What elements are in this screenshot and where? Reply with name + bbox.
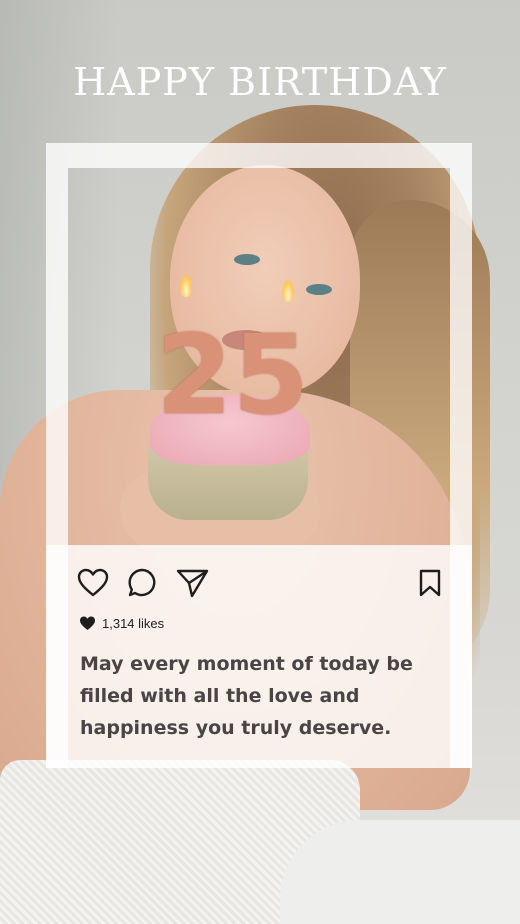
likes-row: 1,314 likes	[79, 614, 164, 632]
post-caption: May every moment of today be filled with…	[80, 653, 413, 739]
heart-outline-icon[interactable]	[77, 568, 109, 598]
bookmark-icon[interactable]	[418, 569, 442, 597]
likes-count: 1,314 likes	[102, 615, 165, 631]
page-title: HAPPY BIRTHDAY	[73, 60, 447, 104]
bed-sheet	[280, 820, 520, 924]
speech-bubble-icon[interactable]	[127, 567, 158, 598]
paper-plane-icon[interactable]	[176, 568, 209, 598]
heart-filled-icon	[79, 616, 96, 631]
